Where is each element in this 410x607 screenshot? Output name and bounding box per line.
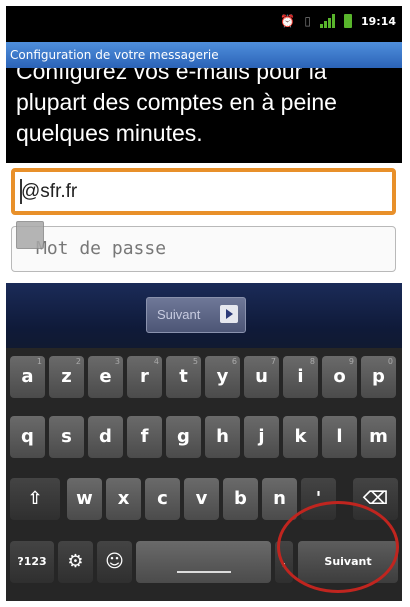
key-comma[interactable]: , bbox=[275, 541, 293, 583]
key-g[interactable]: g bbox=[166, 416, 201, 458]
key-y[interactable]: y6 bbox=[205, 356, 240, 398]
key-s[interactable]: s bbox=[49, 416, 84, 458]
next-button[interactable]: Suivant bbox=[146, 297, 246, 333]
backspace-key[interactable]: ⌫ bbox=[353, 478, 398, 520]
key-l[interactable]: l bbox=[322, 416, 357, 458]
key-z[interactable]: z2 bbox=[49, 356, 84, 398]
keyboard-next-key[interactable]: Suivant bbox=[298, 541, 398, 583]
key-apostrophe[interactable]: ' bbox=[301, 478, 336, 520]
instructions-line-2: plupart des comptes en à peine bbox=[16, 89, 337, 115]
password-field[interactable]: Mot de passe bbox=[11, 226, 396, 272]
key-b[interactable]: b bbox=[223, 478, 258, 520]
space-key[interactable] bbox=[136, 541, 271, 583]
key-hint: 1 bbox=[36, 357, 42, 366]
arrow-right-icon bbox=[220, 305, 238, 323]
key-u[interactable]: u7 bbox=[244, 356, 279, 398]
status-bar: ⏰ ▯ 19:14 bbox=[6, 6, 402, 42]
key-h[interactable]: h bbox=[205, 416, 240, 458]
key-hint: 9 bbox=[348, 357, 354, 366]
shift-key[interactable]: ⇧ bbox=[10, 478, 60, 520]
key-j[interactable]: j bbox=[244, 416, 279, 458]
key-d[interactable]: d bbox=[88, 416, 123, 458]
key-w[interactable]: w bbox=[67, 478, 102, 520]
key-v[interactable]: v bbox=[184, 478, 219, 520]
key-k[interactable]: k bbox=[283, 416, 318, 458]
screen-title: Configuration de votre messagerie bbox=[6, 42, 402, 68]
instructions-line-1: Configurez vos e-mails pour la bbox=[16, 68, 327, 84]
key-p[interactable]: p0 bbox=[361, 356, 396, 398]
shift-icon: ⇧ bbox=[27, 488, 43, 509]
key-hint: 8 bbox=[309, 357, 315, 366]
key-i[interactable]: i8 bbox=[283, 356, 318, 398]
key-hint: 7 bbox=[270, 357, 276, 366]
key-hint: 2 bbox=[75, 357, 81, 366]
vibrate-icon: ▯ bbox=[304, 14, 311, 28]
status-time: 19:14 bbox=[360, 14, 396, 28]
phone-screen: ⏰ ▯ 19:14 Configuration de votre message… bbox=[6, 6, 402, 601]
symbols-key[interactable]: ?123 bbox=[10, 541, 54, 583]
backspace-icon: ⌫ bbox=[362, 488, 389, 509]
key-e[interactable]: e3 bbox=[88, 356, 123, 398]
account-form: @sfr.fr Mot de passe bbox=[6, 163, 402, 283]
key-c[interactable]: c bbox=[145, 478, 180, 520]
signal-icon bbox=[319, 14, 335, 28]
key-q[interactable]: q bbox=[10, 416, 45, 458]
key-hint: 4 bbox=[153, 357, 159, 366]
key-hint: 6 bbox=[231, 357, 237, 366]
key-n[interactable]: n bbox=[262, 478, 297, 520]
key-x[interactable]: x bbox=[106, 478, 141, 520]
key-r[interactable]: r4 bbox=[127, 356, 162, 398]
next-button-label: Suivant bbox=[157, 307, 201, 322]
key-hint: 0 bbox=[387, 357, 393, 366]
key-o[interactable]: o9 bbox=[322, 356, 357, 398]
action-panel: Suivant bbox=[6, 283, 402, 348]
text-cursor-handle[interactable] bbox=[16, 221, 44, 249]
settings-key[interactable]: ⚙ bbox=[58, 541, 93, 583]
instructions-text: Configurez vos e-mails pour la plupart d… bbox=[6, 68, 402, 163]
settings-icon: ⚙ bbox=[67, 551, 84, 572]
email-field[interactable]: @sfr.fr bbox=[11, 168, 396, 215]
key-t[interactable]: t5 bbox=[166, 356, 201, 398]
smiley-icon: ☺ bbox=[105, 551, 124, 572]
key-hint: 3 bbox=[114, 357, 120, 366]
key-hint: 5 bbox=[192, 357, 198, 366]
key-m[interactable]: m bbox=[361, 416, 396, 458]
instructions-line-3: quelques minutes. bbox=[16, 120, 203, 146]
key-f[interactable]: f bbox=[127, 416, 162, 458]
alarm-icon: ⏰ bbox=[280, 14, 296, 28]
soft-keyboard: a 1 z 2 e 3 r 4 t 5 y 6 u 7 i 8 o 9 p 0 q s d f g h j k l m ⇧ w x c v b n ' ⌫?… bbox=[6, 348, 402, 601]
key-a[interactable]: a1 bbox=[10, 356, 45, 398]
emoji-key[interactable]: ☺ bbox=[97, 541, 132, 583]
battery-icon bbox=[343, 14, 352, 28]
